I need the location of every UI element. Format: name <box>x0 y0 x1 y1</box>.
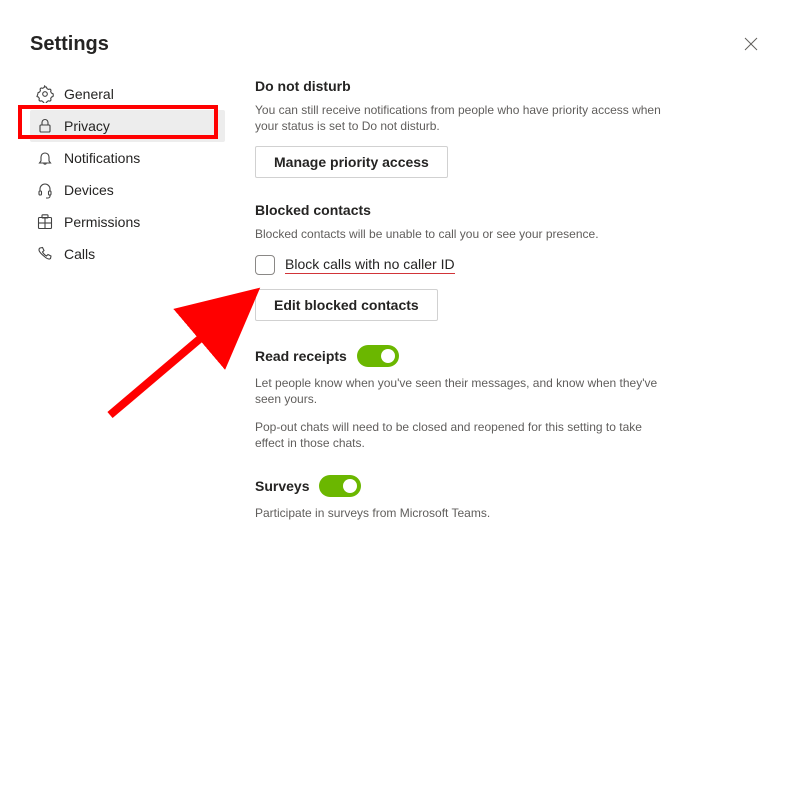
read-receipts-toggle[interactable] <box>357 345 399 367</box>
surveys-toggle[interactable] <box>319 475 361 497</box>
read-receipts-title: Read receipts <box>255 348 347 364</box>
section-surveys: Surveys Participate in surveys from Micr… <box>255 475 687 521</box>
edit-blocked-contacts-button[interactable]: Edit blocked contacts <box>255 289 438 321</box>
sidebar-item-notifications[interactable]: Notifications <box>30 142 225 174</box>
sidebar-item-general[interactable]: General <box>30 78 225 110</box>
read-receipts-desc: Let people know when you've seen their m… <box>255 375 665 407</box>
dnd-title: Do not disturb <box>255 78 687 94</box>
gear-icon <box>36 85 54 103</box>
lock-icon <box>36 117 54 135</box>
page-title: Settings <box>30 33 109 56</box>
block-no-caller-id-label: Block calls with no caller ID <box>285 256 455 274</box>
surveys-title: Surveys <box>255 478 309 494</box>
blocked-title: Blocked contacts <box>255 202 687 218</box>
sidebar-item-label: General <box>64 86 114 102</box>
section-dnd: Do not disturb You can still receive not… <box>255 78 687 178</box>
sidebar-item-label: Devices <box>64 182 114 198</box>
block-no-caller-id-row[interactable]: Block calls with no caller ID <box>255 255 687 275</box>
blocked-desc: Blocked contacts will be unable to call … <box>255 226 665 242</box>
close-icon <box>744 37 758 51</box>
sidebar-item-devices[interactable]: Devices <box>30 174 225 206</box>
headset-icon <box>36 181 54 199</box>
sidebar-item-label: Notifications <box>64 150 140 166</box>
sidebar-item-label: Privacy <box>64 118 110 134</box>
sidebar-item-label: Permissions <box>64 214 140 230</box>
sidebar-item-privacy[interactable]: Privacy <box>30 110 225 142</box>
block-no-caller-id-checkbox[interactable] <box>255 255 275 275</box>
phone-icon <box>36 245 54 263</box>
read-receipts-desc2: Pop-out chats will need to be closed and… <box>255 419 665 451</box>
sidebar: General Privacy Notifications <box>30 78 225 546</box>
sidebar-item-permissions[interactable]: Permissions <box>30 206 225 238</box>
section-blocked: Blocked contacts Blocked contacts will b… <box>255 202 687 320</box>
section-read-receipts: Read receipts Let people know when you'v… <box>255 345 687 452</box>
apps-icon <box>36 213 54 231</box>
manage-priority-access-button[interactable]: Manage priority access <box>255 146 448 178</box>
surveys-desc: Participate in surveys from Microsoft Te… <box>255 505 665 521</box>
dnd-desc: You can still receive notifications from… <box>255 102 665 134</box>
bell-icon <box>36 149 54 167</box>
sidebar-item-calls[interactable]: Calls <box>30 238 225 270</box>
sidebar-item-label: Calls <box>64 246 95 262</box>
main-panel: Do not disturb You can still receive not… <box>225 78 797 546</box>
close-button[interactable] <box>735 28 767 60</box>
